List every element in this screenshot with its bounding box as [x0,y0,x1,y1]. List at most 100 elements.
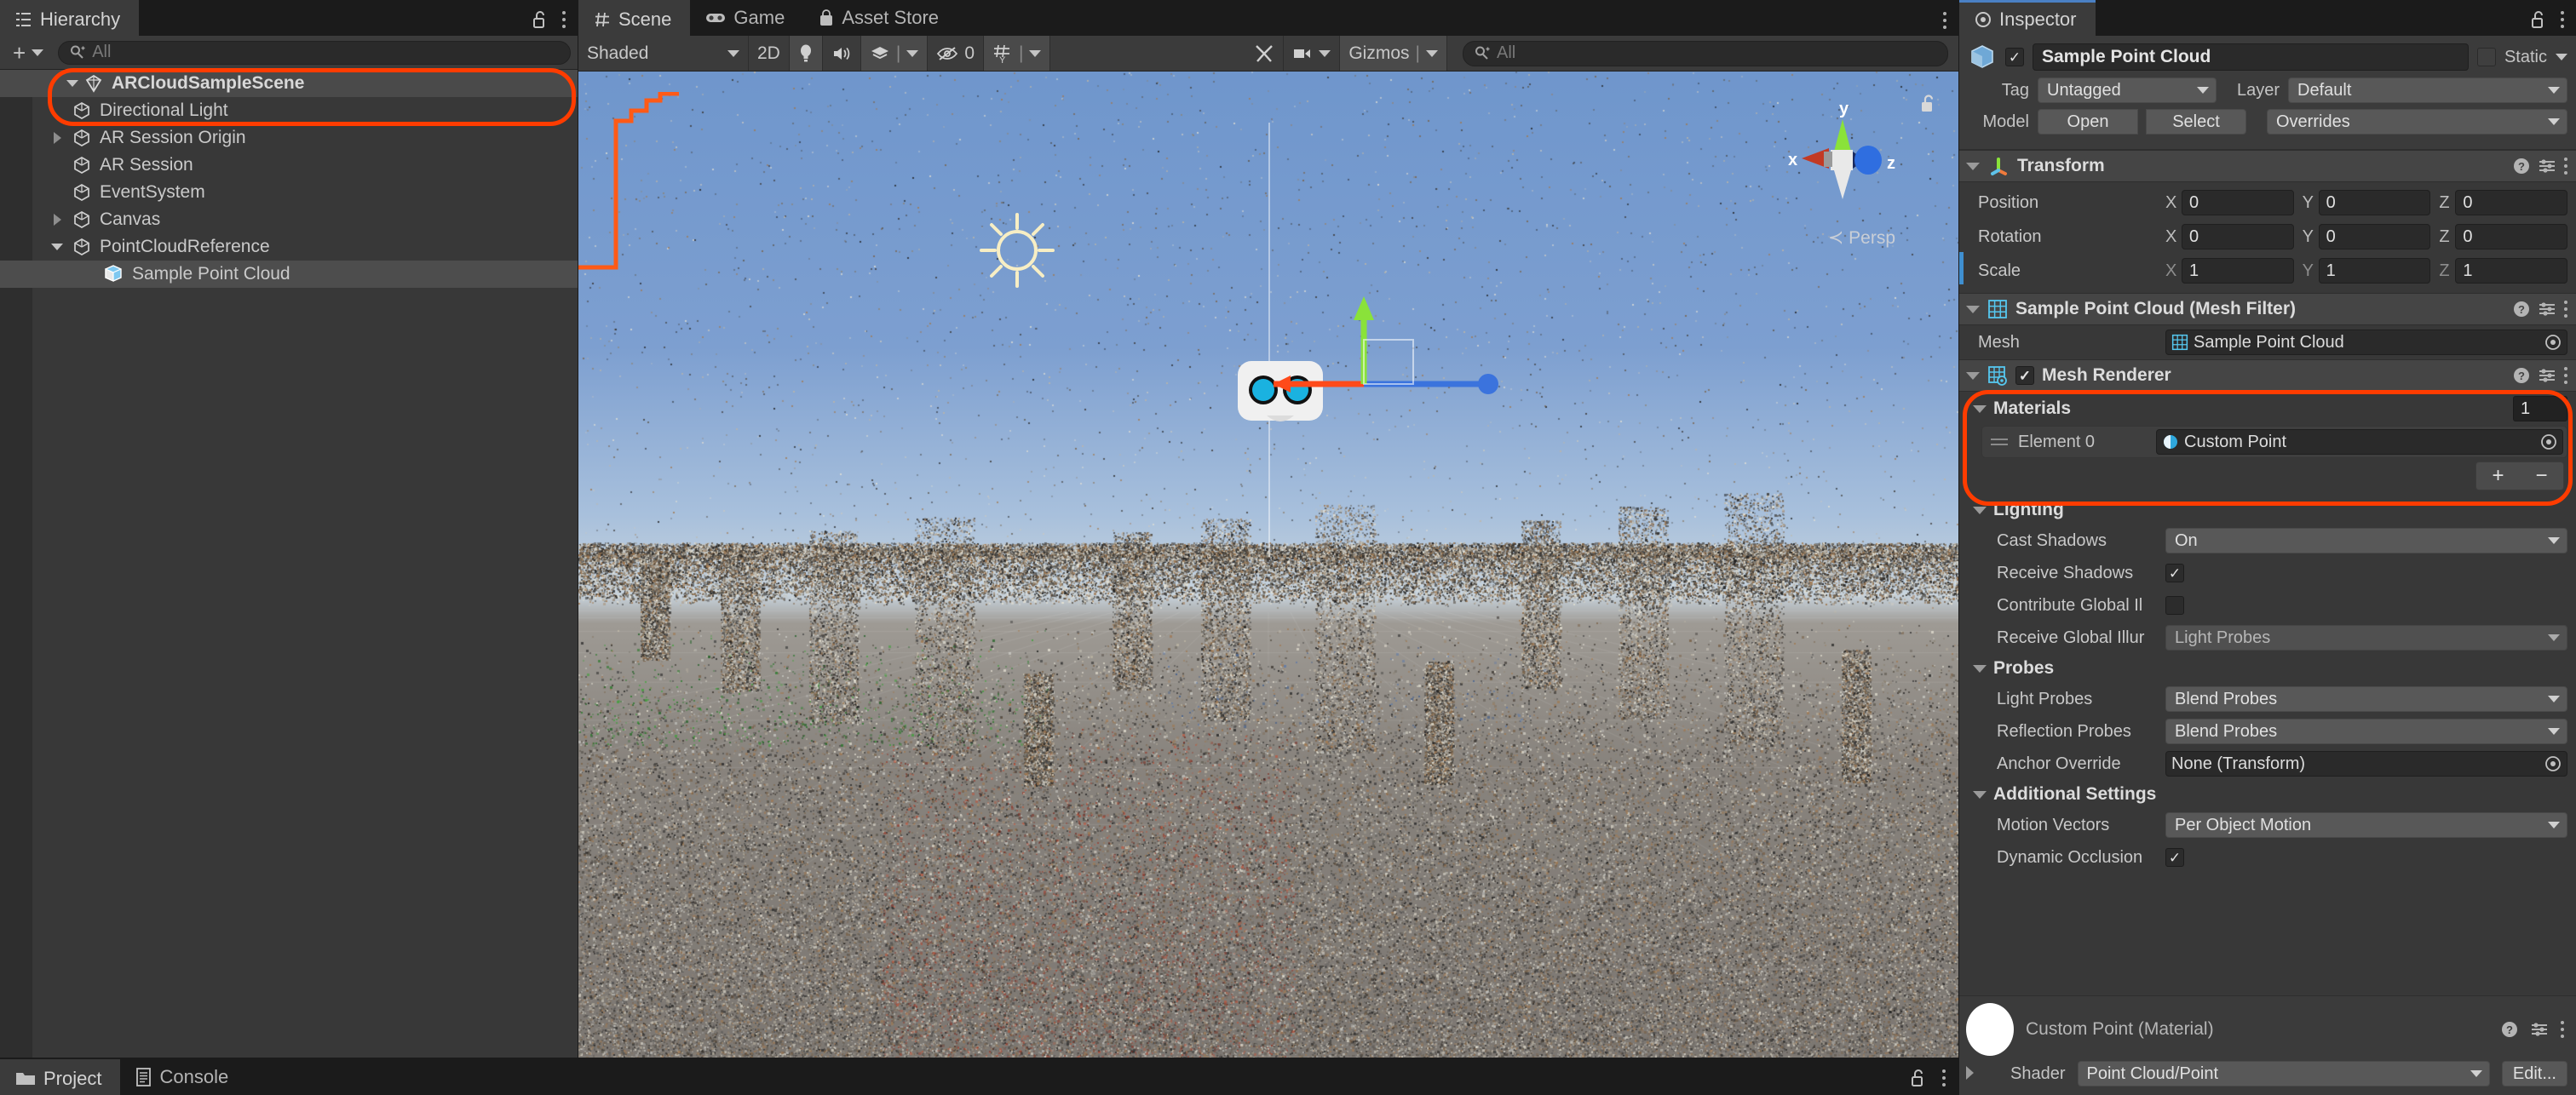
rotation-x[interactable]: X 0 [2165,224,2294,249]
help-icon[interactable]: ? [2501,1021,2518,1038]
unlock-icon[interactable] [1910,1069,1927,1087]
gizmos-dropdown[interactable]: Gizmos | [1340,36,1447,71]
hierarchy-row-sample-point-cloud[interactable]: Sample Point Cloud [0,261,578,288]
select-prefab-button[interactable]: Select [2146,109,2246,135]
hierarchy-tree[interactable]: ARCloudSampleScene Directional Light AR … [0,68,578,1058]
scale-y-input[interactable]: 1 [2318,258,2431,284]
help-icon[interactable]: ? [2513,158,2530,175]
position-x[interactable]: X 0 [2165,190,2294,215]
rotation-y[interactable]: Y 0 [2303,224,2431,249]
scale-y[interactable]: Y 1 [2303,258,2431,284]
gameobject-name-input[interactable]: Sample Point Cloud [2033,43,2469,71]
draw-mode-dropdown[interactable]: Shaded [578,36,749,71]
materials-header-row[interactable]: Materials 1 [1959,392,2576,426]
materials-add-remove-buttons[interactable]: + − [2475,462,2564,490]
presets-icon[interactable] [2530,1021,2549,1038]
presets-icon[interactable] [2538,301,2556,318]
scene-search-input[interactable]: All [1463,40,1948,66]
chevron-right-icon[interactable] [48,132,66,144]
move-gizmo[interactable] [1234,293,1592,421]
create-object-button[interactable]: + [7,40,49,66]
object-picker-icon[interactable] [2544,334,2562,351]
chevron-down-icon[interactable] [1973,790,1987,799]
presets-icon[interactable] [2538,158,2556,175]
toggle-scene-lighting-button[interactable] [789,36,823,71]
lighting-section-header[interactable]: Lighting [1959,496,2576,525]
scene-orientation-gizmo[interactable]: y x z [1780,99,1907,235]
chevron-down-icon[interactable] [1973,664,1987,673]
scene-camera-dropdown[interactable] [1284,36,1341,71]
object-picker-icon[interactable] [2544,755,2562,772]
rotation-z[interactable]: Z 0 [2439,224,2568,249]
scene-viewport[interactable]: y x z ≺ Persp [578,72,1958,1058]
cast-shadows-dropdown[interactable]: On [2165,528,2567,553]
mesh-object-field[interactable]: Sample Point Cloud [2165,330,2567,355]
hierarchy-row-scene[interactable]: ARCloudSampleScene [0,70,578,97]
scene-tools-button[interactable] [1245,36,1285,71]
static-chevron-down-icon[interactable] [2556,54,2567,60]
unlock-icon[interactable] [532,10,549,29]
tab-console[interactable]: Console [120,1059,247,1095]
chevron-down-icon[interactable] [1973,404,1987,413]
hierarchy-row-ar-session-origin[interactable]: AR Session Origin [0,124,578,152]
material-element-row[interactable]: Element 0 Custom Point [1981,426,2567,458]
scale-z[interactable]: Z 1 [2439,258,2568,284]
layer-dropdown[interactable]: Default [2288,77,2567,103]
grid-dropdown[interactable]: Y | [984,36,1051,71]
toggle-audio-button[interactable] [823,36,861,71]
directional-light-gizmo[interactable] [966,199,1068,301]
motion-vectors-dropdown[interactable]: Per Object Motion [2165,812,2567,838]
position-x-input[interactable]: 0 [2182,190,2294,215]
scene-fx-dropdown[interactable]: | [860,36,929,71]
gameobject-enabled-checkbox[interactable]: ✓ [2005,48,2024,66]
tag-dropdown[interactable]: Untagged [2038,77,2217,103]
hidden-objects-button[interactable]: 0 [928,36,985,71]
material-object-field[interactable]: Custom Point [2156,429,2563,455]
tab-game[interactable]: Game [690,0,803,36]
hierarchy-row-canvas[interactable]: Canvas [0,206,578,233]
additional-settings-header[interactable]: Additional Settings [1959,780,2576,809]
component-header-transform[interactable]: Transform ? [1959,150,2576,182]
position-z[interactable]: Z 0 [2439,190,2568,215]
scale-x[interactable]: X 1 [2165,258,2294,284]
materials-count-input[interactable]: 1 [2513,396,2567,421]
edit-shader-button[interactable]: Edit... [2501,1061,2567,1086]
chevron-down-icon[interactable] [48,244,66,250]
light-probes-dropdown[interactable]: Blend Probes [2165,686,2567,712]
chevron-down-icon[interactable] [1966,305,1980,313]
chevron-down-icon[interactable] [1966,371,1980,380]
reflection-probes-dropdown[interactable]: Blend Probes [2165,719,2567,744]
open-prefab-button[interactable]: Open [2038,109,2138,135]
help-icon[interactable]: ? [2513,367,2530,384]
kebab-menu-icon[interactable] [562,11,566,28]
chevron-right-icon[interactable] [1966,1066,1974,1080]
scene-projection-label[interactable]: ≺ Persp [1828,226,1895,249]
chevron-down-icon[interactable] [1966,162,1980,170]
kebab-menu-icon[interactable] [2561,1021,2564,1038]
static-checkbox[interactable] [2476,48,2496,66]
chevron-right-icon[interactable] [48,214,66,226]
kebab-menu-icon[interactable] [2564,367,2567,384]
chevron-down-icon[interactable] [1973,506,1987,514]
mesh-renderer-enabled-checkbox[interactable]: ✓ [2015,366,2034,385]
rotation-y-input[interactable]: 0 [2318,224,2431,249]
toggle-2d-button[interactable]: 2D [749,36,790,71]
probes-section-header[interactable]: Probes [1959,654,2576,683]
unlock-icon[interactable] [2530,10,2547,29]
rotation-x-input[interactable]: 0 [2182,224,2294,249]
tab-hierarchy[interactable]: Hierarchy [0,0,140,36]
rotation-z-input[interactable]: 0 [2455,224,2568,249]
scene-lock-icon[interactable] [1919,94,1938,114]
dynamic-occlusion-checkbox[interactable]: ✓ [2165,848,2184,867]
hierarchy-row-pointcloudreference[interactable]: PointCloudReference [0,233,578,261]
contribute-gi-checkbox[interactable] [2165,596,2184,615]
component-header-mesh-renderer[interactable]: ✓ Mesh Renderer ? [1959,359,2576,392]
kebab-menu-icon[interactable] [1943,12,1946,29]
add-material-button[interactable]: + [2492,466,2504,486]
chevron-down-icon[interactable] [63,80,82,87]
position-y-input[interactable]: 0 [2318,190,2431,215]
tab-scene[interactable]: Scene [578,0,691,36]
kebab-menu-icon[interactable] [2561,11,2564,28]
hierarchy-row-eventsystem[interactable]: EventSystem [0,179,578,206]
component-header-mesh-filter[interactable]: Sample Point Cloud (Mesh Filter) ? [1959,293,2576,325]
